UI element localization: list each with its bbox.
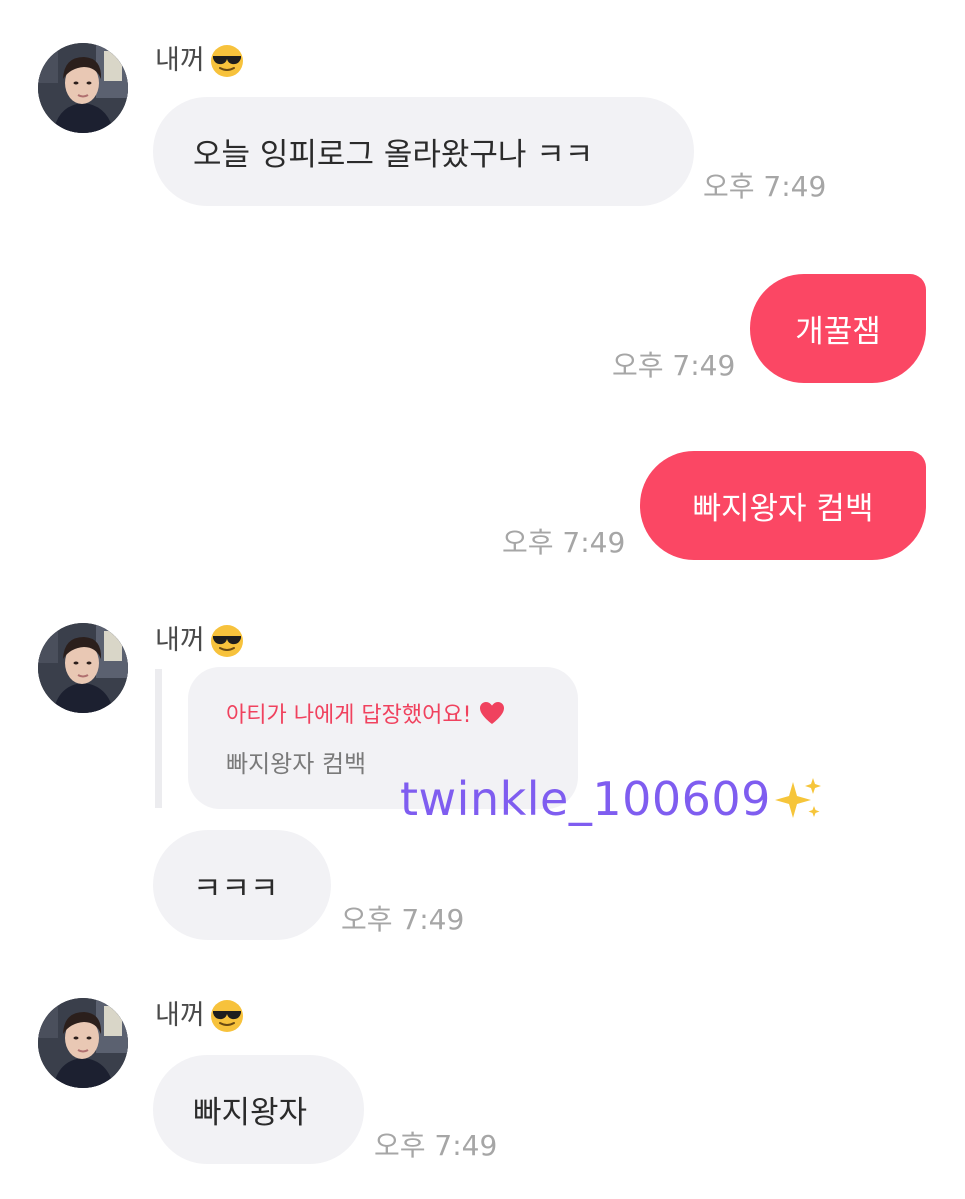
message-text: 개꿀잼 [795, 314, 881, 350]
incoming-message-bubble[interactable]: ㅋㅋㅋ [153, 830, 331, 940]
smiling-face-with-sunglasses-emoji [209, 43, 245, 79]
smiling-face-with-sunglasses-emoji [209, 623, 245, 659]
smiling-face-with-sunglasses-emoji [209, 998, 245, 1034]
reply-quote-text: 빠지왕자 컴백 [226, 750, 367, 778]
avatar-image [38, 43, 128, 133]
sender-avatar[interactable] [38, 43, 128, 133]
sender-avatar[interactable] [38, 623, 128, 713]
message-text: 오늘 잉피로그 올라왔구나 ㅋㅋ [193, 137, 594, 173]
reply-header-text: 아티가 나에게 답장했어요! [226, 703, 472, 728]
outgoing-message-bubble[interactable]: 개꿀잼 [750, 274, 926, 383]
sender-name-text: 내꺼 [155, 45, 205, 76]
sender-name-text: 내꺼 [155, 1000, 205, 1031]
sender-name: 내꺼 [155, 623, 245, 659]
message-time: 오후 7:49 [341, 903, 465, 936]
reply-header: 아티가 나에게 답장했어요! [226, 697, 505, 729]
watermark-text: twinkle_100609 [400, 772, 771, 826]
sender-name: 내꺼 [155, 43, 245, 79]
heart-icon [480, 702, 505, 724]
sender-avatar[interactable] [38, 998, 128, 1088]
incoming-message-bubble[interactable]: 빠지왕자 [153, 1055, 364, 1164]
avatar-image [38, 998, 128, 1088]
sender-name: 내꺼 [155, 998, 245, 1034]
message-time: 오후 7:49 [374, 1129, 498, 1162]
watermark: twinkle_100609 [400, 772, 823, 826]
sender-name-text: 내꺼 [155, 625, 205, 656]
message-text: ㅋㅋㅋ [193, 870, 279, 907]
message-time: 오후 7:49 [502, 526, 626, 559]
message-time: 오후 7:49 [703, 170, 827, 203]
sparkles-icon [774, 778, 821, 818]
message-text: 빠지왕자 [193, 1095, 308, 1131]
incoming-message-bubble[interactable]: 오늘 잉피로그 올라왔구나 ㅋㅋ [153, 97, 694, 206]
outgoing-message-bubble[interactable]: 빠지왕자 컴백 [640, 451, 926, 560]
avatar-image [38, 623, 128, 713]
reply-indicator-bar [155, 669, 162, 808]
message-time: 오후 7:49 [612, 349, 736, 382]
message-text: 빠지왕자 컴백 [692, 491, 874, 527]
